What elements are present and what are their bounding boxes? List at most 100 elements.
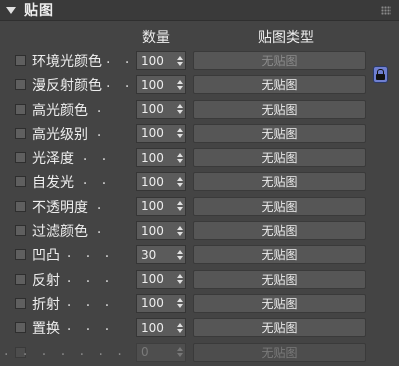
spinner-arrows[interactable]	[177, 176, 183, 187]
amount-value[interactable]: 100	[137, 321, 177, 335]
spinner-up-icon[interactable]	[177, 152, 183, 157]
spinner-up-icon[interactable]	[177, 176, 183, 181]
spinner-arrows[interactable]	[177, 152, 183, 163]
map-row-dots: . . . .	[48, 245, 115, 262]
amount-value[interactable]: 100	[137, 199, 177, 213]
spinner-arrows[interactable]	[177, 201, 183, 212]
amount-value[interactable]: 100	[137, 126, 177, 140]
spinner-down-icon[interactable]	[177, 207, 183, 212]
map-enable-checkbox[interactable]	[15, 225, 26, 237]
spinner-up-icon[interactable]	[177, 201, 183, 206]
spinner-up-icon[interactable]	[177, 298, 183, 303]
collapse-arrow-icon[interactable]	[6, 6, 16, 14]
amount-value[interactable]: 100	[137, 224, 177, 238]
spinner-up-icon[interactable]	[177, 55, 183, 60]
spinner-down-icon[interactable]	[177, 85, 183, 90]
spinner-arrows[interactable]	[177, 225, 183, 236]
map-enable-checkbox[interactable]	[15, 127, 26, 139]
map-slot-button[interactable]: 无贴图	[193, 196, 366, 216]
spinner-arrows[interactable]	[177, 55, 183, 66]
amount-value[interactable]: 100	[137, 54, 177, 68]
spinner-down-icon[interactable]	[177, 134, 183, 139]
map-row: 凹凸. . . . 30 无贴图	[0, 244, 399, 268]
spinner-arrows[interactable]	[177, 79, 183, 90]
spinner-arrows[interactable]	[177, 322, 183, 333]
spinner-down-icon[interactable]	[177, 280, 183, 285]
amount-value[interactable]: 100	[137, 151, 177, 165]
spinner-arrows[interactable]	[177, 249, 183, 260]
map-slot-button[interactable]: 无贴图	[193, 318, 366, 338]
map-enable-checkbox[interactable]	[15, 249, 26, 261]
amount-spinner[interactable]: 100	[136, 51, 186, 70]
spinner-arrows[interactable]	[177, 347, 183, 358]
amount-value[interactable]: 100	[137, 102, 177, 116]
map-row-dots: . . . .	[48, 318, 115, 335]
amount-spinner[interactable]: 100	[136, 269, 186, 289]
amount-value[interactable]: 0	[137, 345, 177, 359]
map-enable-checkbox[interactable]	[15, 103, 26, 115]
map-enable-checkbox[interactable]	[15, 55, 26, 66]
spinner-down-icon[interactable]	[177, 158, 183, 163]
map-slot-button[interactable]: 无贴图	[193, 99, 366, 119]
spinner-up-icon[interactable]	[177, 128, 183, 133]
spinner-down-icon[interactable]	[177, 110, 183, 115]
amount-spinner[interactable]: 30	[136, 245, 186, 265]
map-enable-checkbox[interactable]	[15, 79, 26, 91]
map-row: . . . . . . . 0 无贴图	[0, 342, 399, 366]
map-slot-button[interactable]: 无贴图	[193, 269, 366, 289]
spinner-up-icon[interactable]	[177, 249, 183, 254]
amount-spinner[interactable]: 100	[136, 75, 186, 95]
spinner-arrows[interactable]	[177, 298, 183, 309]
map-slot-button[interactable]: 无贴图	[193, 75, 366, 95]
map-enable-checkbox[interactable]	[15, 152, 26, 164]
lock-icon[interactable]	[373, 66, 388, 83]
amount-value[interactable]: 30	[137, 248, 177, 262]
amount-value[interactable]: 100	[137, 272, 177, 286]
map-enable-checkbox[interactable]	[15, 297, 26, 309]
map-slot-button[interactable]: 无贴图	[193, 123, 366, 143]
map-slot-button[interactable]: 无贴图	[193, 172, 366, 192]
spinner-up-icon[interactable]	[177, 322, 183, 327]
rollout-header[interactable]: 贴图	[0, 0, 399, 21]
amount-spinner[interactable]: 100	[136, 99, 186, 119]
spinner-down-icon[interactable]	[177, 182, 183, 187]
map-row: 高光级别. . 100 无贴图	[0, 123, 399, 147]
drag-grip-icon[interactable]	[381, 6, 391, 15]
map-row-label: 环境光颜色	[32, 54, 102, 70]
map-enable-checkbox[interactable]	[15, 273, 26, 285]
map-slot-button[interactable]: 无贴图	[193, 148, 366, 168]
map-slot-button[interactable]: 无贴图	[193, 293, 366, 313]
map-slot-button[interactable]: 无贴图	[193, 221, 366, 241]
spinner-up-icon[interactable]	[177, 347, 183, 352]
map-slot-button[interactable]: 无贴图	[193, 245, 366, 265]
amount-value[interactable]: 100	[137, 175, 177, 189]
spinner-up-icon[interactable]	[177, 225, 183, 230]
map-slot-button[interactable]: 无贴图	[193, 51, 366, 70]
amount-spinner[interactable]: 100	[136, 172, 186, 192]
amount-value[interactable]: 100	[137, 78, 177, 92]
map-slot-button[interactable]: 无贴图	[193, 342, 366, 362]
amount-spinner[interactable]: 100	[136, 318, 186, 338]
spinner-down-icon[interactable]	[177, 61, 183, 66]
spinner-up-icon[interactable]	[177, 104, 183, 109]
amount-spinner[interactable]: 100	[136, 196, 186, 216]
spinner-down-icon[interactable]	[177, 231, 183, 236]
amount-spinner[interactable]: 100	[136, 123, 186, 143]
spinner-arrows[interactable]	[177, 128, 183, 139]
spinner-down-icon[interactable]	[177, 255, 183, 260]
amount-spinner[interactable]: 100	[136, 221, 186, 241]
spinner-arrows[interactable]	[177, 104, 183, 115]
amount-value[interactable]: 100	[137, 296, 177, 310]
amount-spinner[interactable]: 0	[136, 342, 186, 362]
map-enable-checkbox[interactable]	[15, 176, 26, 188]
spinner-down-icon[interactable]	[177, 328, 183, 333]
map-enable-checkbox[interactable]	[15, 200, 26, 212]
spinner-down-icon[interactable]	[177, 304, 183, 309]
map-enable-checkbox[interactable]	[15, 322, 26, 334]
spinner-down-icon[interactable]	[177, 353, 183, 358]
spinner-up-icon[interactable]	[177, 274, 183, 279]
amount-spinner[interactable]: 100	[136, 293, 186, 313]
spinner-arrows[interactable]	[177, 274, 183, 285]
amount-spinner[interactable]: 100	[136, 148, 186, 168]
spinner-up-icon[interactable]	[177, 79, 183, 84]
